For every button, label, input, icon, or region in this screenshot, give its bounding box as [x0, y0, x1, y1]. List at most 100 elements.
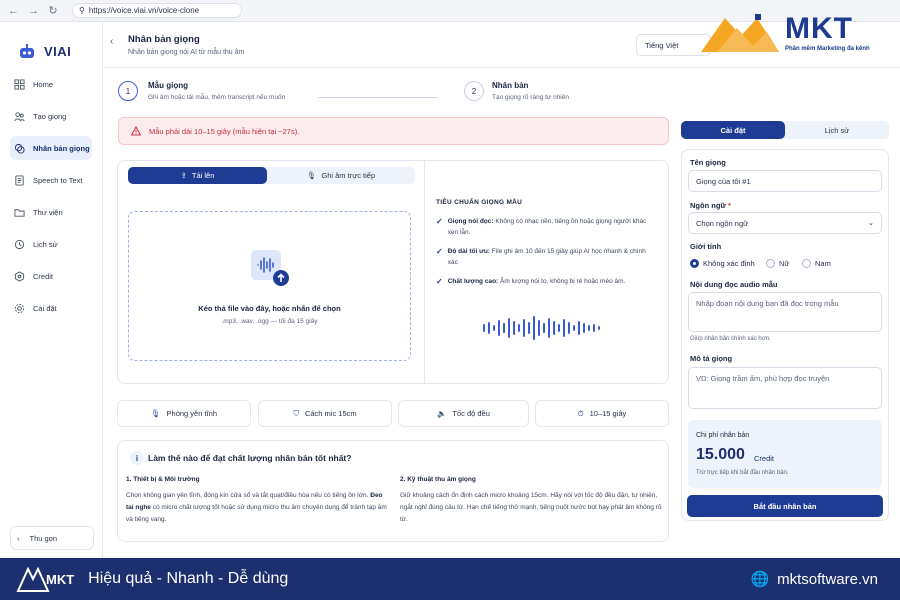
- upload-mode-tabs: ⇪ Tải lên 🎙 Ghi âm trực tiếp: [128, 167, 415, 184]
- chip-label: Phòng yên tĩnh: [166, 409, 217, 418]
- step-2-description: Tạo giọng rõ ràng tự nhiên: [492, 94, 569, 101]
- url-text: https://voice.viai.vn/voice-clone: [88, 6, 200, 15]
- standard-item: ✓ Giọng nói đọc: Không có nhạc nền, tiếng…: [436, 216, 656, 238]
- footer-slogan: Hiệu quả - Nhanh - Dễ dùng: [88, 570, 289, 587]
- language-label: Ngôn ngữ *: [690, 201, 731, 210]
- alert-text: Mẫu phải dài 10–15 giây (mẫu hiện tại ~2…: [149, 126, 300, 136]
- tips-title: Làm thế nào để đạt chất lượng nhân bản t…: [148, 453, 352, 463]
- check-icon: ✓: [436, 247, 443, 256]
- sidebar-item-credit[interactable]: Credit: [10, 264, 92, 288]
- address-bar[interactable]: ⚲ https://voice.viai.vn/voice-clone: [72, 3, 242, 18]
- start-clone-button[interactable]: Bắt đầu nhân bản: [687, 495, 883, 517]
- sidebar-item-speech-to-text[interactable]: Speech to Text: [10, 168, 92, 192]
- cost-unit: Credit: [754, 454, 775, 463]
- page-title: Nhân bản giọng: [128, 34, 200, 45]
- gender-option-female[interactable]: Nữ: [766, 259, 789, 268]
- waveform-icon: [483, 316, 600, 340]
- sidebar-item-create-voice[interactable]: Tạo giọng: [10, 104, 92, 128]
- gender-label: Giới tính: [690, 242, 722, 251]
- file-dropzone[interactable]: Kéo thả file vào đây, hoặc nhấn để chọn …: [128, 211, 411, 361]
- sidebar-item-settings[interactable]: Cài đặt: [10, 296, 92, 320]
- gender-option-male[interactable]: Nam: [802, 259, 831, 268]
- tab-history[interactable]: Lịch sử: [785, 121, 889, 139]
- robot-icon: [20, 43, 34, 58]
- timer-icon: ⏱: [577, 408, 584, 418]
- sidebar-item-label: Lịch sử: [33, 239, 58, 249]
- mic-icon: 🎙: [151, 409, 161, 418]
- standard-label: Độ dài tối ưu:: [447, 248, 490, 255]
- language-label-text: Ngôn ngữ: [690, 201, 726, 210]
- app-logo[interactable]: VIAI: [0, 22, 102, 67]
- chip-mic-distance: ⛉ Cách mic 15cm: [258, 400, 392, 427]
- page-subtitle: Nhân bản giọng nói AI từ mẫu thu âm: [128, 49, 245, 56]
- language-select[interactable]: Chọn ngôn ngữ ⌄: [688, 212, 882, 234]
- tab-record[interactable]: 🎙 Ghi âm trực tiếp: [267, 167, 415, 184]
- radio-icon: [802, 259, 811, 268]
- home-icon: [13, 78, 25, 90]
- tab-upload[interactable]: ⇪ Tải lên: [128, 167, 267, 184]
- description-label: Mô tả giọng: [690, 354, 733, 363]
- quality-tips-card: i Làm thế nào để đạt chất lượng nhân bản…: [117, 440, 669, 542]
- tab-record-label: Ghi âm trực tiếp: [321, 171, 376, 180]
- footer-website[interactable]: 🌐 mktsoftware.vn: [750, 570, 878, 589]
- tips-col1-text: Chọn không gian yên tĩnh, đóng kín cửa s…: [126, 492, 369, 499]
- reload-icon[interactable]: ↻: [48, 4, 58, 17]
- chip-label: Tốc độ đều: [452, 409, 490, 418]
- step-1-number: 1: [118, 81, 138, 101]
- cost-value: 15.000: [696, 446, 745, 463]
- check-icon: ✓: [436, 217, 443, 226]
- brand-watermark: MKT Phần mềm Marketing đa kênh: [697, 12, 887, 58]
- people-icon: [13, 110, 25, 122]
- stepper: 1 Mẫu giọng Ghi âm hoặc tải mẫu, thêm tr…: [104, 69, 900, 115]
- sidebar-item-library[interactable]: Thư viện: [10, 200, 92, 224]
- sidebar-item-label: Thư viện: [33, 207, 63, 217]
- voice-name-input[interactable]: Giọng của tôi #1: [688, 170, 882, 192]
- tab-upload-label: Tải lên: [191, 171, 215, 180]
- step-2-title: Nhân bản: [492, 81, 529, 90]
- mkt-footer-logo-icon: [16, 566, 50, 592]
- required-mark: *: [727, 201, 731, 210]
- gender-option-unspecified[interactable]: Không xác định: [690, 259, 755, 268]
- collapse-sidebar-button[interactable]: ‹ Thu gọn: [10, 526, 94, 550]
- standard-label: Chất lượng cao:: [447, 278, 499, 285]
- sidebar-item-voice-clone[interactable]: Nhân bản giọng: [10, 136, 92, 160]
- step-1-description: Ghi âm hoặc tải mẫu, thêm transcript nếu…: [148, 94, 286, 101]
- folder-icon: [13, 206, 25, 218]
- back-chevron-icon[interactable]: ‹: [110, 36, 113, 47]
- website-text: mktsoftware.vn: [777, 570, 878, 588]
- coin-icon: [13, 270, 25, 282]
- sidebar-item-history[interactable]: Lịch sử: [10, 232, 92, 256]
- mkt-logo-icon: [701, 14, 779, 52]
- globe-icon: 🌐: [750, 571, 770, 588]
- cost-label: Chi phí nhân bản: [696, 432, 750, 439]
- chevron-down-icon: ⌄: [867, 218, 874, 227]
- collapse-label: Thu gọn: [29, 533, 58, 543]
- sidebar-item-label: Cài đặt: [33, 303, 57, 313]
- transcript-label: Nội dung đọc audio mẫu: [690, 280, 778, 289]
- footer-logo-text: MKT: [46, 571, 75, 587]
- tips-column-equipment: 1. Thiết bị & Môi trường Chọn không gian…: [126, 474, 391, 526]
- chip-steady-pace: 🔈 Tốc độ đều: [398, 400, 529, 427]
- recording-tips-chips: 🎙 Phòng yên tĩnh ⛉ Cách mic 15cm 🔈 Tốc độ đ…: [117, 400, 669, 427]
- warning-icon: [131, 126, 141, 136]
- step-2-number: 2: [464, 81, 484, 101]
- cost-note: Trừ trực tiếp khi bắt đầu nhân bản.: [696, 470, 789, 476]
- shield-icon: ⛉: [293, 408, 299, 418]
- standard-label: Giọng nói đọc:: [447, 218, 494, 225]
- description-textarea[interactable]: VD: Giọng trầm ấm, phù hợp đọc truyện: [688, 367, 882, 409]
- duration-alert: Mẫu phải dài 10–15 giây (mẫu hiện tại ~2…: [118, 117, 669, 145]
- radio-selected-icon: [690, 259, 699, 268]
- chip-label: Cách mic 15cm: [304, 409, 357, 418]
- divider: [424, 161, 425, 383]
- transcript-textarea[interactable]: Nhập đoạn nội dung bạn đã đọc trong mẫu: [688, 292, 882, 332]
- sidebar-item-label: Credit: [33, 271, 54, 281]
- dropzone-title: Kéo thả file vào đây, hoặc nhấn để chọn: [198, 304, 341, 313]
- sidebar-item-label: Tạo giọng: [33, 111, 67, 121]
- tips-col2-text: Giữ khoảng cách ổn định cách micro khoản…: [400, 492, 662, 523]
- tab-settings[interactable]: Cài đặt: [681, 121, 785, 139]
- sidebar-item-home[interactable]: Home: [10, 72, 92, 96]
- back-arrow-icon[interactable]: ←: [8, 5, 19, 17]
- dropzone-hint: .mp3, .wav, .ogg — tối đa 15 giây: [221, 318, 318, 325]
- forward-arrow-icon[interactable]: →: [28, 5, 39, 17]
- site-info-icon[interactable]: ⚲: [79, 6, 85, 15]
